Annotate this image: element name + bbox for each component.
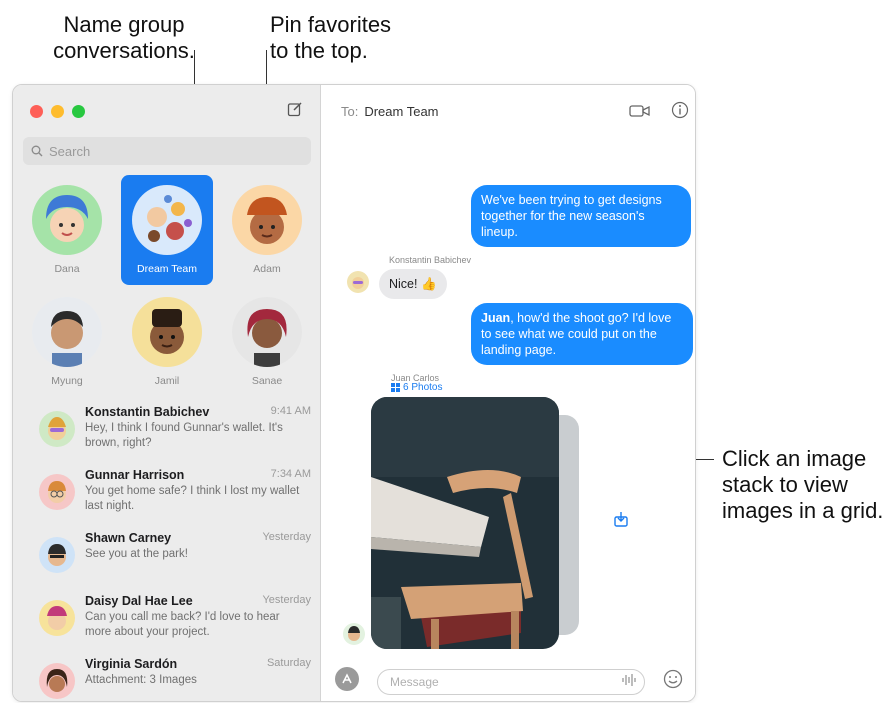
pinned-label: Sanae <box>251 375 283 387</box>
pinned-label: Myung <box>51 375 83 387</box>
close-button[interactable] <box>30 105 43 118</box>
search-placeholder: Search <box>49 143 91 159</box>
chair-photo <box>371 397 559 649</box>
conversation-name: Virginia Sardón <box>85 657 178 671</box>
callout-pin-favorites: Pin favorites to the top. <box>270 12 430 64</box>
conversation-time: Yesterday <box>262 594 311 606</box>
conversation-name: Gunnar Harrison <box>85 468 185 482</box>
conversation-row[interactable]: Gunnar Harrison 7:34 AM You get home saf… <box>13 460 321 523</box>
search-icon <box>31 145 43 157</box>
pinned-jamil[interactable]: Jamil <box>121 287 213 397</box>
pinned-dana[interactable]: Dana <box>21 175 113 285</box>
minimize-button[interactable] <box>51 105 64 118</box>
callout-line: Name group <box>63 12 185 37</box>
sender-avatar <box>347 271 369 293</box>
message-text: Nice! 👍 <box>389 277 437 291</box>
message-placeholder: Message <box>390 675 439 689</box>
message-text: We've been trying to get designs togethe… <box>481 193 662 239</box>
conversation-preview: You get home safe? I think I lost my wal… <box>85 485 300 512</box>
conversation-preview: Attachment: 3 Images <box>85 674 197 686</box>
photo-stack[interactable] <box>371 397 559 649</box>
message-text: , how'd the shoot go? I'd love to see wh… <box>481 311 672 357</box>
pinned-label: Jamil <box>154 375 180 387</box>
conversation-time: 7:34 AM <box>270 468 311 480</box>
grid-icon <box>391 383 400 392</box>
callout-line: to the top. <box>270 38 368 63</box>
conversation-row[interactable]: Konstantin Babichev 9:41 AM Hey, I think… <box>13 397 321 460</box>
avatar <box>232 297 302 367</box>
conversation-preview: Hey, I think I found Gunnar's wallet. It… <box>85 422 283 449</box>
info-icon[interactable] <box>671 101 689 119</box>
pinned-label: Dream Team <box>137 263 197 275</box>
message-bubble-outgoing[interactable]: Juan, how'd the shoot go? I'd love to se… <box>471 303 693 365</box>
message-sender: Konstantin Babichev <box>389 255 472 265</box>
window-controls <box>30 105 85 118</box>
pinned-label: Adam <box>253 263 281 275</box>
avatar <box>132 185 202 255</box>
avatar <box>32 297 102 367</box>
conversation-list: Konstantin Babichev 9:41 AM Hey, I think… <box>13 397 321 701</box>
avatar <box>39 474 75 510</box>
save-download-icon[interactable] <box>613 511 629 527</box>
photo-stack-count[interactable]: 6 Photos <box>391 382 442 393</box>
callout-image-stack: Click an image stack to view images in a… <box>722 446 896 524</box>
sidebar: Search Dana Dream Team Adam Myung Jamil … <box>13 85 321 701</box>
avatar <box>39 411 75 447</box>
apps-icon <box>342 673 352 684</box>
emoji-icon[interactable] <box>663 669 683 689</box>
facetime-video-icon[interactable] <box>629 103 651 119</box>
callout-name-group: Name group conversations. <box>34 12 214 64</box>
avatar <box>39 600 75 636</box>
conversation-name: Konstantin Babichev <box>85 405 210 419</box>
avatar <box>39 537 75 573</box>
search-field[interactable]: Search <box>23 137 311 165</box>
conversation-row[interactable]: Shawn Carney Yesterday See you at the pa… <box>13 523 321 586</box>
avatar <box>32 185 102 255</box>
pinned-dream-team[interactable]: Dream Team <box>121 175 213 285</box>
pinned-adam[interactable]: Adam <box>221 175 313 285</box>
conversation-name: Daisy Dal Hae Lee <box>85 594 193 608</box>
avatar <box>132 297 202 367</box>
pinned-label: Dana <box>54 263 80 275</box>
zoom-button[interactable] <box>72 105 85 118</box>
message-bubble-outgoing[interactable]: We've been trying to get designs togethe… <box>471 185 691 247</box>
audio-waveform-icon[interactable] <box>621 673 637 687</box>
to-label: To: <box>341 103 359 119</box>
pinned-sanae[interactable]: Sanae <box>221 287 313 397</box>
pinned-myung[interactable]: Myung <box>21 287 113 397</box>
avatar <box>39 663 75 699</box>
conversation-time: 9:41 AM <box>270 405 311 417</box>
message-bubble-incoming[interactable]: Nice! 👍 <box>379 269 447 299</box>
conversation-time: Saturday <box>266 657 311 669</box>
callout-line: images in a grid. <box>722 498 884 523</box>
recipient-name[interactable]: Dream Team <box>364 104 438 119</box>
conversation-preview: Can you call me back? I'd love to hear m… <box>85 611 280 638</box>
app-store-button[interactable] <box>335 667 359 691</box>
photo-count: 6 Photos <box>403 382 443 393</box>
conversation-name: Shawn Carney <box>85 531 172 545</box>
compose-icon[interactable] <box>287 101 303 117</box>
mention-name: Juan <box>481 311 511 325</box>
message-input[interactable]: Message <box>377 669 645 695</box>
conversation-row[interactable]: Virginia Sardón Saturday Attachment: 3 I… <box>13 649 321 701</box>
avatar <box>232 185 302 255</box>
conversation-preview: See you at the park! <box>85 548 188 560</box>
conversation-row[interactable]: Daisy Dal Hae Lee Yesterday Can you call… <box>13 586 321 649</box>
callout-line: Click an image <box>722 446 867 471</box>
sender-avatar <box>343 623 365 645</box>
messages-window: Search Dana Dream Team Adam Myung Jamil … <box>12 84 696 702</box>
callout-line: stack to view <box>722 472 848 497</box>
callout-line: conversations. <box>53 38 195 63</box>
callout-line: Pin favorites <box>270 12 392 37</box>
conversation-time: Yesterday <box>262 531 311 543</box>
